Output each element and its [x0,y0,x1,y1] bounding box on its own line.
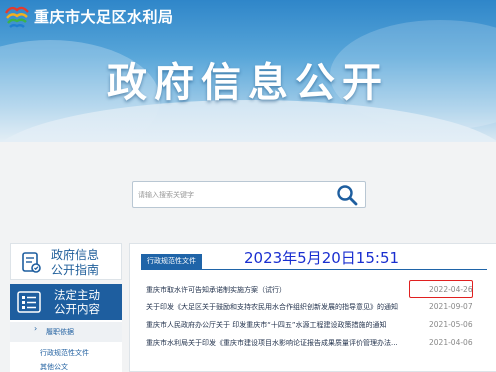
category-label: 履职依据 [46,328,74,336]
document-title[interactable]: 重庆市人民政府办公厅关于 印发重庆市“十四五”水源工程建设政策措施的通知 [146,320,418,330]
active-label-line1: 法定主动 [54,288,100,302]
guide-label-line2: 公开指南 [51,263,100,277]
list-item[interactable]: 关于印发《大足区关于鼓励和支持农民用水合作组织创新发展的指导意见》的通知 202… [146,300,487,314]
site-title[interactable]: 重庆市大足区水利局 [34,6,174,27]
sidebar-item-guide[interactable]: 政府信息 公开指南 [10,243,122,280]
list-icon [17,291,41,313]
tab-normative-docs[interactable]: 行政规范性文件 [141,254,202,269]
search-bar [132,181,366,208]
sidebar-subnav: › 履职依据 行政规范性文件 其他公文 [10,320,122,372]
document-date: 2021-09-07 [429,302,473,311]
hero-title: 政府信息公开 [107,60,389,106]
list-item[interactable]: 重庆市人民政府办公厅关于 印发重庆市“十四五”水源工程建设政策措施的通知 202… [146,318,487,332]
date-highlight-box [409,280,473,298]
site-logo-icon [4,6,29,28]
document-title[interactable]: 重庆市水利局关于印发《重庆市建设项目水影响论证报告成果质量评价管理办法... [146,338,418,348]
search-input[interactable] [138,187,333,203]
sidebar-item-label: 法定主动 公开内容 [54,288,100,316]
chevron-right-icon: › [34,324,38,333]
search-icon[interactable] [336,184,358,206]
sidebar-item-other-docs[interactable]: 其他公文 [40,362,68,372]
list-item[interactable]: 重庆市水利局关于印发《重庆市建设项目水影响论证报告成果质量评价管理办法... 2… [146,336,487,350]
header-banner: 重庆市大足区水利局 政府信息公开 [0,0,496,142]
sidebar-item-normative-docs[interactable]: 行政规范性文件 [40,348,89,358]
active-label-line2: 公开内容 [54,302,100,316]
sidebar-item-mandatory-disclosure[interactable]: 法定主动 公开内容 [10,284,122,320]
document-title[interactable]: 重庆市取水许可告知承诺制实施方案（试行） [146,285,418,295]
document-date: 2021-04-06 [429,338,473,347]
tab-underline [141,269,487,270]
document-date: 2021-05-06 [429,320,473,329]
guide-icon [22,252,41,273]
sidebar-item-label: 政府信息 公开指南 [51,248,99,278]
document-title[interactable]: 关于印发《大足区关于鼓励和支持农民用水合作组织创新发展的指导意见》的通知 [146,302,418,312]
guide-label-line1: 政府信息 [51,248,100,262]
document-list-panel: 行政规范性文件 2023年5月20日15:51 重庆市取水许可告知承诺制实施方案… [129,243,496,372]
sidebar-category-duty-basis[interactable]: › 履职依据 [10,322,122,342]
overlay-timestamp: 2023年5月20日15:51 [244,249,400,267]
